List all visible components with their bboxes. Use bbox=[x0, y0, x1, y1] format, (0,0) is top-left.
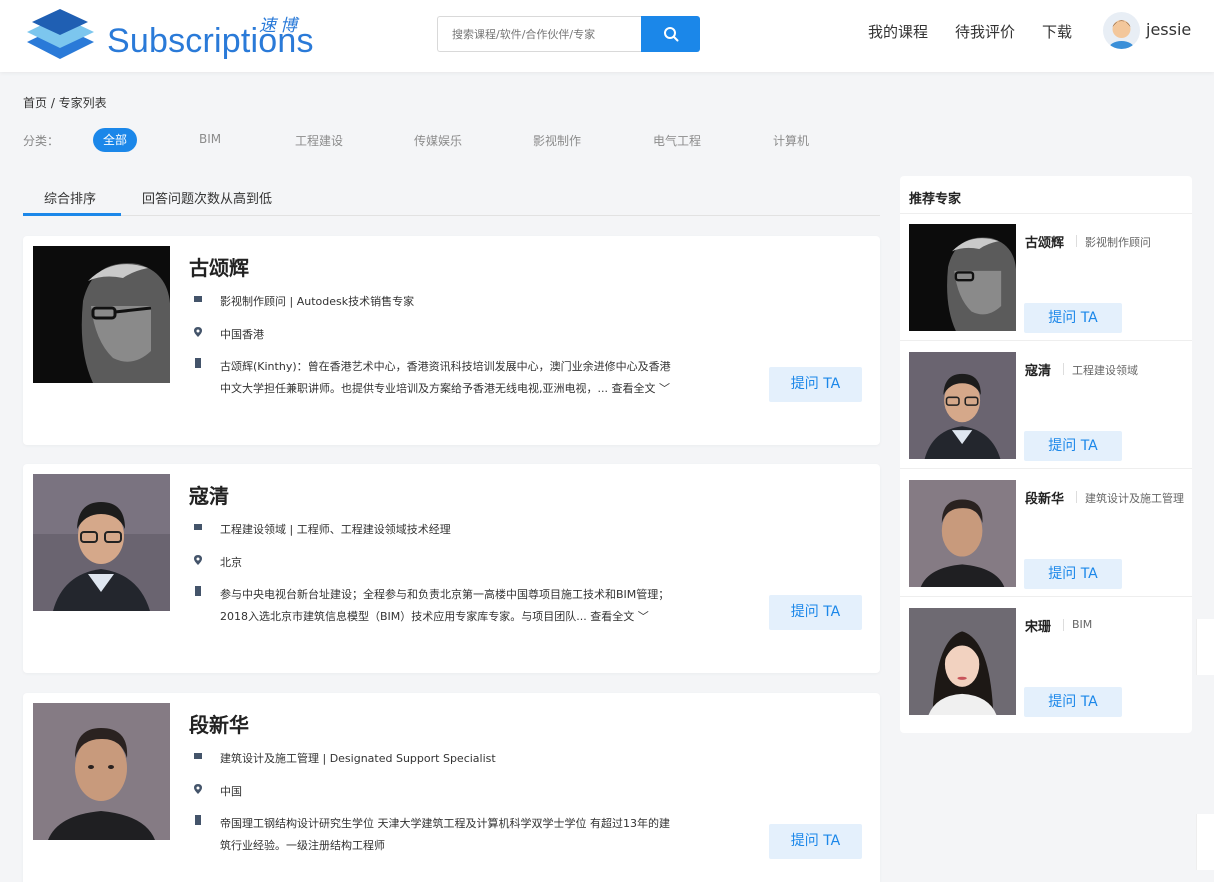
expert-name[interactable]: 段新华 bbox=[189, 709, 249, 738]
book-icon bbox=[195, 815, 201, 825]
location-pin-icon bbox=[194, 555, 202, 565]
top-header: Subscriptions 速博 我的课程 待我评价 下载 jessie bbox=[0, 0, 1214, 72]
category-media[interactable]: 传媒娱乐 bbox=[414, 132, 462, 149]
recommended-experts-panel: 推荐专家 古颂辉 影视制作顾问 提问 TA 寇清 工程建设领域 提问 TA 段新… bbox=[900, 176, 1192, 733]
category-computer[interactable]: 计算机 bbox=[773, 132, 809, 149]
expert-title: 建筑设计及施工管理 | Designated Support Specialis… bbox=[220, 752, 496, 765]
sidebar-title: 推荐专家 bbox=[909, 192, 962, 207]
expert-bio[interactable]: 古颂辉(Kinthy)：曾在香港艺术中心，香港资讯科技培训发展中心，澳门业余进修… bbox=[220, 356, 675, 400]
expert-portrait bbox=[909, 352, 1016, 459]
ask-expert-button[interactable]: 提问 TA bbox=[769, 824, 862, 859]
ask-expert-button[interactable]: 提问 TA bbox=[1024, 431, 1122, 461]
tab-answer-count-sort[interactable]: 回答问题次数从高到低 bbox=[142, 188, 272, 207]
search-icon bbox=[664, 27, 679, 42]
tag-icon bbox=[194, 524, 202, 530]
location-pin-icon bbox=[194, 784, 202, 794]
expert-title: 工程建设领域 | 工程师、工程建设领域技术经理 bbox=[220, 523, 451, 536]
divider bbox=[1076, 235, 1077, 247]
recommended-expert-name[interactable]: 宋珊 bbox=[1025, 616, 1051, 635]
category-film[interactable]: 影视制作 bbox=[533, 132, 581, 149]
recommended-expert-photo[interactable] bbox=[909, 224, 1016, 331]
recommended-expert-name[interactable]: 寇清 bbox=[1025, 360, 1051, 379]
nav-pending-reviews[interactable]: 待我评价 bbox=[955, 21, 1015, 42]
expert-name[interactable]: 寇清 bbox=[189, 480, 229, 509]
recommended-expert-photo[interactable] bbox=[909, 352, 1016, 459]
expert-name[interactable]: 古颂辉 bbox=[189, 252, 249, 281]
logo-chinese-text: 速博 bbox=[259, 16, 301, 36]
expert-location: 中国香港 bbox=[220, 328, 264, 341]
expert-portrait bbox=[33, 474, 170, 611]
book-icon bbox=[195, 586, 201, 596]
expert-portrait bbox=[33, 246, 170, 383]
expert-portrait bbox=[909, 480, 1016, 587]
expert-location: 中国 bbox=[220, 785, 242, 798]
category-all[interactable]: 全部 bbox=[93, 128, 137, 152]
tag-icon bbox=[194, 296, 202, 302]
ask-expert-button[interactable]: 提问 TA bbox=[769, 367, 862, 402]
ask-expert-button[interactable]: 提问 TA bbox=[1024, 687, 1122, 717]
expert-bio[interactable]: 帝国理工钢结构设计研究生学位 天津大学建筑工程及计算机科学双学士学位 有超过13… bbox=[220, 813, 675, 857]
ask-expert-button[interactable]: 提问 TA bbox=[1024, 559, 1122, 589]
category-label: 分类： bbox=[23, 134, 60, 148]
category-engineering[interactable]: 工程建设 bbox=[295, 132, 343, 149]
expert-portrait bbox=[33, 703, 170, 840]
recommended-expert: 寇清 工程建设领域 提问 TA bbox=[900, 342, 1192, 469]
nav-my-courses[interactable]: 我的课程 bbox=[868, 21, 928, 42]
logo[interactable]: Subscriptions 速博 bbox=[22, 4, 314, 64]
tag-icon bbox=[194, 753, 202, 759]
active-tab-indicator bbox=[23, 213, 121, 216]
sort-tabs: 综合排序 回答问题次数从高到低 bbox=[23, 176, 880, 216]
username[interactable]: jessie bbox=[1146, 20, 1191, 39]
book-icon bbox=[195, 358, 201, 368]
search-button[interactable] bbox=[641, 16, 700, 52]
tab-overall-sort[interactable]: 综合排序 bbox=[44, 188, 96, 207]
recommended-expert-title: 建筑设计及施工管理 bbox=[1085, 492, 1184, 505]
ask-expert-button[interactable]: 提问 TA bbox=[1024, 303, 1122, 333]
expert-photo[interactable] bbox=[33, 246, 170, 383]
expert-portrait bbox=[909, 608, 1016, 715]
search-input[interactable] bbox=[437, 16, 642, 52]
expert-title: 影视制作顾问 | Autodesk技术销售专家 bbox=[220, 295, 415, 308]
user-avatar[interactable] bbox=[1103, 12, 1140, 49]
recommended-expert-name[interactable]: 古颂辉 bbox=[1025, 232, 1064, 251]
breadcrumb[interactable]: 首页 / 专家列表 bbox=[23, 94, 107, 111]
expert-card: 古颂辉 影视制作顾问 | Autodesk技术销售专家 中国香港 古颂辉(Kin… bbox=[23, 236, 880, 445]
recommended-expert-photo[interactable] bbox=[909, 608, 1016, 715]
side-floating-tab[interactable] bbox=[1196, 814, 1214, 870]
user-avatar-icon bbox=[1108, 20, 1135, 49]
recommended-expert-title: 工程建设领域 bbox=[1072, 364, 1138, 377]
nav-downloads[interactable]: 下载 bbox=[1042, 21, 1072, 42]
expert-card: 寇清 工程建设领域 | 工程师、工程建设领域技术经理 北京 参与中央电视台新台址… bbox=[23, 464, 880, 673]
recommended-expert: 古颂辉 影视制作顾问 提问 TA bbox=[900, 214, 1192, 341]
category-bim[interactable]: BIM bbox=[199, 132, 221, 146]
ask-expert-button[interactable]: 提问 TA bbox=[769, 595, 862, 630]
recommended-expert-title: 影视制作顾问 bbox=[1085, 236, 1151, 249]
expert-card: 段新华 建筑设计及施工管理 | Designated Support Speci… bbox=[23, 693, 880, 882]
recommended-expert-photo[interactable] bbox=[909, 480, 1016, 587]
divider bbox=[1063, 619, 1064, 631]
expert-photo[interactable] bbox=[33, 703, 170, 840]
category-electrical[interactable]: 电气工程 bbox=[653, 132, 701, 149]
expert-location: 北京 bbox=[220, 556, 242, 569]
divider bbox=[1063, 363, 1064, 375]
side-floating-tab[interactable] bbox=[1196, 619, 1214, 675]
recommended-expert-title: BIM bbox=[1072, 618, 1093, 631]
location-pin-icon bbox=[194, 327, 202, 337]
expert-portrait bbox=[909, 224, 1016, 331]
recommended-expert: 宋珊 BIM 提问 TA bbox=[900, 598, 1192, 725]
recommended-expert: 段新华 建筑设计及施工管理 提问 TA bbox=[900, 470, 1192, 597]
expert-photo[interactable] bbox=[33, 474, 170, 611]
expert-bio[interactable]: 参与中央电视台新台址建设；全程参与和负责北京第一高楼中国尊项目施工技术和BIM管… bbox=[220, 584, 675, 628]
logo-mark-icon bbox=[27, 9, 94, 59]
